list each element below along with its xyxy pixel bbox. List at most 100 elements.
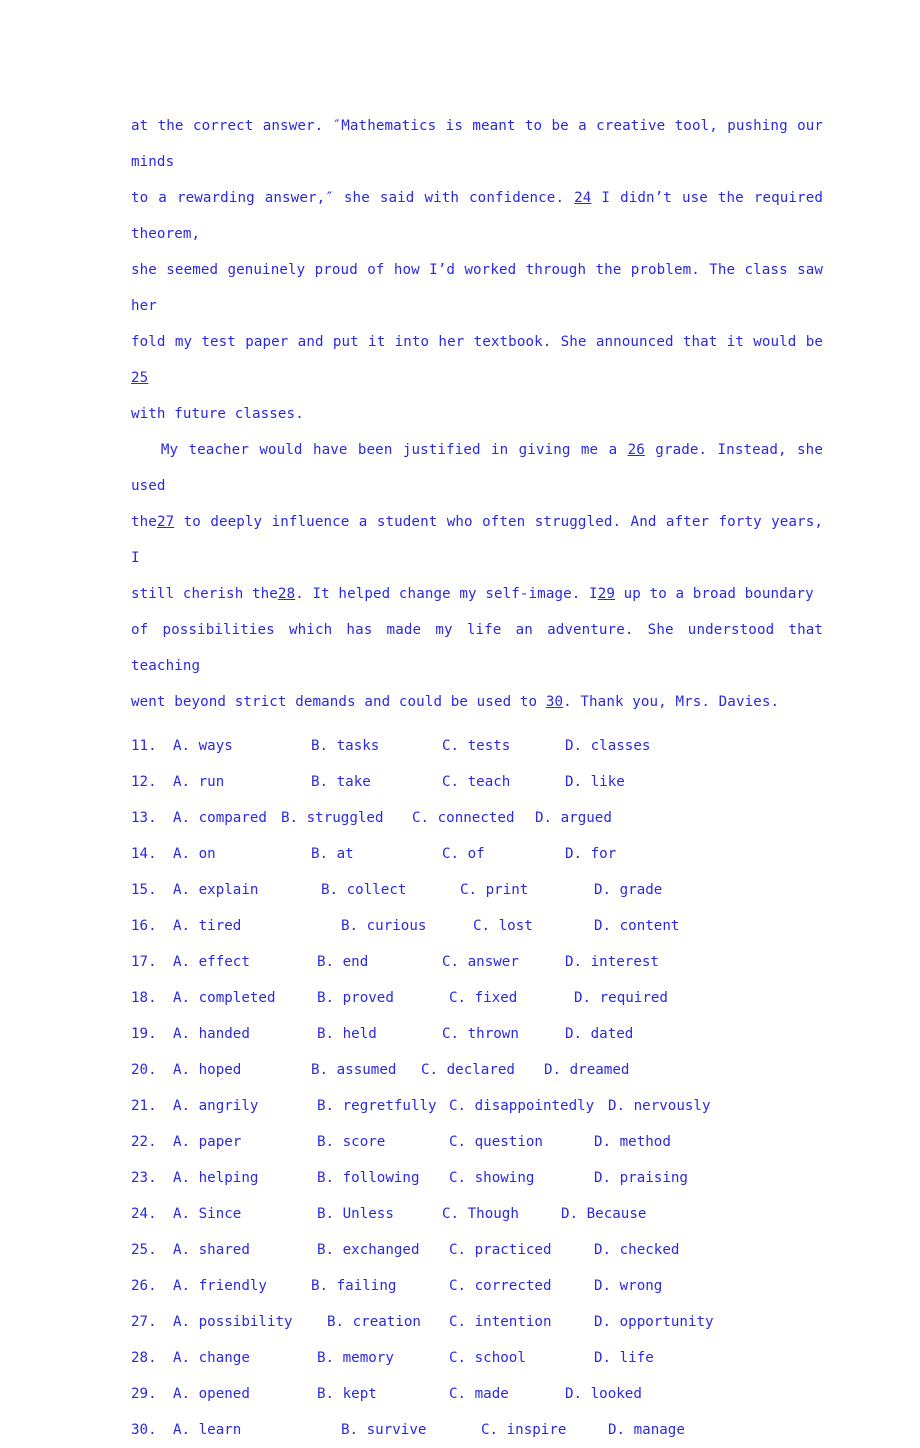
answer-option[interactable]: A. tired [173, 908, 241, 944]
answer-option[interactable]: A. shared [173, 1232, 250, 1268]
option-letter: B. [317, 954, 335, 970]
answer-option[interactable]: C. intention [449, 1304, 552, 1340]
answer-option[interactable]: D. interest [565, 944, 659, 980]
answer-option[interactable]: B. failing [311, 1268, 396, 1304]
passage-paragraph-2-line-1: My teacher would have been justified in … [131, 432, 823, 504]
answer-option[interactable]: C. lost [473, 908, 533, 944]
answer-option[interactable]: C. thrown [442, 1016, 519, 1052]
answer-option[interactable]: A. opened [173, 1376, 250, 1412]
answer-option[interactable]: C. tests [442, 728, 510, 764]
answer-option[interactable]: D. wrong [594, 1268, 662, 1304]
answer-option[interactable]: B. creation [327, 1304, 421, 1340]
answer-option[interactable]: A. angrily [173, 1088, 258, 1124]
answer-option[interactable]: C. of [442, 836, 485, 872]
answer-option[interactable]: B. proved [317, 980, 394, 1016]
answer-option[interactable]: A. friendly [173, 1268, 267, 1304]
answer-option[interactable]: A. paper [173, 1124, 241, 1160]
answer-option[interactable]: A. compared [173, 800, 267, 836]
answer-option[interactable]: D. checked [594, 1232, 679, 1268]
option-word: answer [459, 954, 519, 970]
passage-text: up to a broad boundary [623, 586, 814, 602]
answer-option[interactable]: A. hoped [173, 1052, 241, 1088]
answer-option[interactable]: D. for [565, 836, 616, 872]
answer-option[interactable]: B. regretfully [317, 1088, 437, 1124]
answer-option[interactable]: D. nervously [608, 1088, 711, 1124]
answer-option[interactable]: B. following [317, 1160, 420, 1196]
answer-option[interactable]: C. declared [421, 1052, 515, 1088]
answer-option[interactable]: D. praising [594, 1160, 688, 1196]
option-word: angrily [190, 1098, 259, 1114]
option-word: manage [625, 1422, 685, 1438]
answer-option[interactable]: A. on [173, 836, 216, 872]
option-letter: D. [594, 918, 612, 934]
answer-option[interactable]: B. at [311, 836, 354, 872]
answer-option[interactable]: B. exchanged [317, 1232, 420, 1268]
answer-option[interactable]: B. memory [317, 1340, 394, 1376]
answer-option[interactable]: B. held [317, 1016, 377, 1052]
answer-option[interactable]: B. take [311, 764, 371, 800]
answer-option[interactable]: D. content [594, 908, 679, 944]
answer-option[interactable]: A. learn [173, 1412, 241, 1448]
answer-option[interactable]: C. corrected [449, 1268, 552, 1304]
passage-text: she seemed genuinely proud of how I’d wo… [131, 262, 823, 314]
question-number: 15. [131, 882, 157, 898]
answer-option[interactable]: D. looked [565, 1376, 642, 1412]
answer-option[interactable]: C. answer [442, 944, 519, 980]
answer-option[interactable]: D. like [565, 764, 625, 800]
answer-option[interactable]: D. method [594, 1124, 671, 1160]
answer-option[interactable]: B. Unless [317, 1196, 394, 1232]
answer-option[interactable]: B. end [317, 944, 368, 980]
answer-option[interactable]: C. showing [449, 1160, 534, 1196]
option-letter: D. [535, 810, 553, 826]
option-letter: D. [594, 1350, 612, 1366]
answer-option[interactable]: C. disappointedly [449, 1088, 594, 1124]
answer-option[interactable]: C. practiced [449, 1232, 552, 1268]
option-word: print [477, 882, 529, 898]
answer-option[interactable]: A. change [173, 1340, 250, 1376]
answer-option[interactable]: D. dated [565, 1016, 633, 1052]
answer-option[interactable]: D. argued [535, 800, 612, 836]
blank-30: 30 [545, 694, 564, 710]
answer-option[interactable]: D. life [594, 1340, 654, 1376]
answer-option[interactable]: D. Because [561, 1196, 646, 1232]
option-letter: C. [442, 954, 460, 970]
answer-option[interactable]: D. dreamed [544, 1052, 629, 1088]
option-letter: B. [281, 810, 299, 826]
answer-option[interactable]: A. helping [173, 1160, 258, 1196]
answer-option[interactable]: D. required [574, 980, 668, 1016]
answer-option[interactable]: A. effect [173, 944, 250, 980]
answer-option[interactable]: B. assumed [311, 1052, 396, 1088]
answer-option[interactable]: D. grade [594, 872, 662, 908]
answer-option[interactable]: B. tasks [311, 728, 379, 764]
option-letter: B. [317, 1242, 335, 1258]
option-letter: D. [544, 1062, 562, 1078]
answer-option[interactable]: A. ways [173, 728, 233, 764]
answer-option[interactable]: C. teach [442, 764, 510, 800]
answer-option[interactable]: C. made [449, 1376, 509, 1412]
answer-option[interactable]: D. opportunity [594, 1304, 714, 1340]
question-row: 28. A. change B. memory C. school D. life [131, 1340, 823, 1376]
answer-option[interactable]: C. print [460, 872, 528, 908]
answer-option[interactable]: A. run [173, 764, 224, 800]
answer-option[interactable]: D. manage [608, 1412, 685, 1448]
answer-option[interactable]: D. classes [565, 728, 650, 764]
answer-option[interactable]: C. question [449, 1124, 543, 1160]
answer-option[interactable]: A. Since [173, 1196, 241, 1232]
answer-option[interactable]: C. fixed [449, 980, 517, 1016]
answer-option[interactable]: B. collect [321, 872, 406, 908]
answer-option[interactable]: B. curious [341, 908, 426, 944]
answer-option[interactable]: C. Though [442, 1196, 519, 1232]
answer-option[interactable]: C. connected [412, 800, 515, 836]
answer-option[interactable]: C. inspire [481, 1412, 566, 1448]
option-letter: B. [311, 1278, 329, 1294]
answer-option[interactable]: A. completed [173, 980, 276, 1016]
answer-option[interactable]: B. kept [317, 1376, 377, 1412]
option-word: teach [459, 774, 511, 790]
answer-option[interactable]: A. possibility [173, 1304, 293, 1340]
answer-option[interactable]: B. score [317, 1124, 385, 1160]
answer-option[interactable]: A. explain [173, 872, 258, 908]
answer-option[interactable]: B. struggled [281, 800, 384, 836]
answer-option[interactable]: A. handed [173, 1016, 250, 1052]
answer-option[interactable]: C. school [449, 1340, 526, 1376]
answer-option[interactable]: B. survive [341, 1412, 426, 1448]
